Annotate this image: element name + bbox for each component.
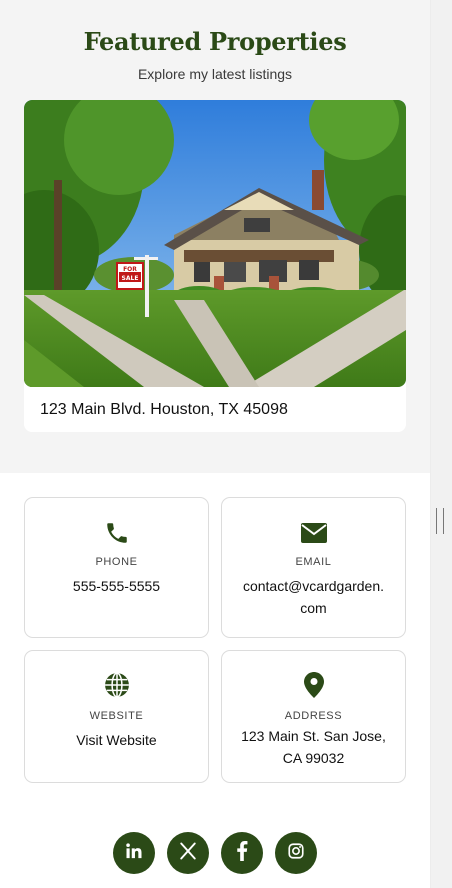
featured-title: Featured Properties	[83, 27, 347, 56]
property-card[interactable]: FOR SALE 123 Main Blvd. Houston, TX 4509…	[24, 100, 406, 432]
contact-section: PHONE 555-555-5555 EMAIL contact@vcardga…	[0, 473, 430, 888]
sign-text-bottom: SALE	[122, 275, 139, 282]
phone-value[interactable]: 555-555-5555	[35, 575, 198, 597]
phone-card[interactable]: PHONE 555-555-5555	[24, 497, 209, 638]
website-link[interactable]: Visit Website	[35, 729, 198, 751]
address-value-line1: 123 Main St. San Jose,	[241, 728, 386, 744]
globe-icon	[25, 672, 208, 703]
address-value[interactable]: 123 Main St. San Jose, CA 99032	[232, 725, 395, 769]
linkedin-button[interactable]	[113, 832, 155, 874]
envelope-icon	[222, 522, 405, 549]
phone-label: PHONE	[95, 556, 138, 568]
x-button[interactable]	[167, 832, 209, 874]
email-value[interactable]: contact@vcardgarden. com	[232, 575, 395, 619]
facebook-icon	[235, 840, 249, 866]
email-label: EMAIL	[295, 556, 332, 568]
address-card[interactable]: ADDRESS 123 Main St. San Jose, CA 99032	[221, 650, 406, 783]
property-photo[interactable]: FOR SALE	[24, 100, 406, 387]
email-value-line2: com	[300, 600, 327, 616]
featured-subtitle: Explore my latest listings	[137, 66, 293, 82]
email-value-line1: contact@vcardgarden.	[242, 578, 385, 594]
property-address: 123 Main Blvd. Houston, TX 45098	[40, 401, 288, 418]
map-pin-icon	[222, 672, 405, 703]
scrollbar[interactable]	[430, 0, 452, 888]
instagram-icon	[287, 842, 305, 865]
address-value-line2: CA 99032	[282, 750, 345, 766]
address-label: ADDRESS	[284, 710, 343, 722]
website-label: WEBSITE	[89, 710, 144, 722]
featured-properties-section: Featured Properties Explore my latest li…	[0, 0, 430, 473]
x-icon	[179, 842, 197, 865]
linkedin-icon	[125, 842, 143, 865]
email-card[interactable]: EMAIL contact@vcardgarden. com	[221, 497, 406, 638]
phone-icon	[25, 520, 208, 551]
website-card[interactable]: WEBSITE Visit Website	[24, 650, 209, 783]
facebook-button[interactable]	[221, 832, 263, 874]
scrollbar-handle[interactable]	[436, 508, 444, 534]
instagram-button[interactable]	[275, 832, 317, 874]
sign-text-top: FOR	[123, 266, 137, 273]
